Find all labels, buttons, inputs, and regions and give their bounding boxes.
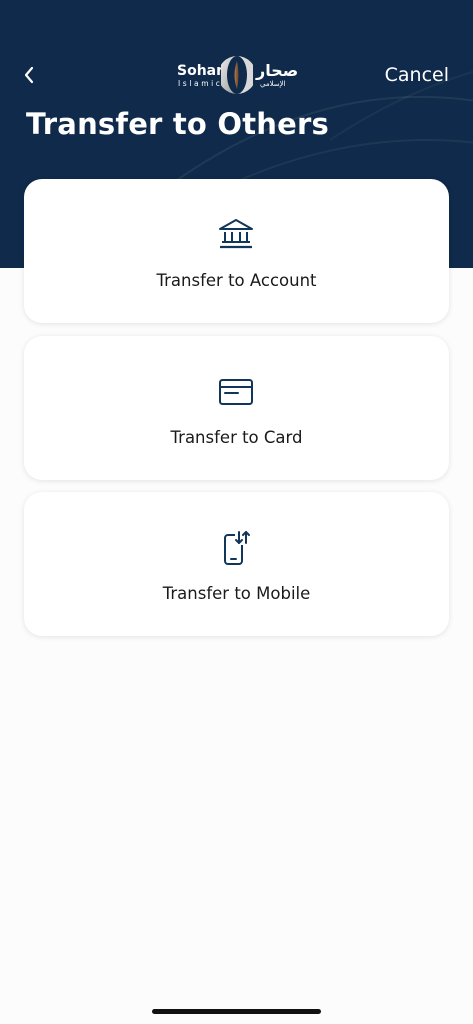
transfer-to-account-option[interactable]: Transfer to Account [24,179,449,323]
logo-mark-icon [221,56,253,94]
home-indicator[interactable] [152,1009,321,1014]
card-icon [219,379,253,405]
transfer-to-card-option[interactable]: Transfer to Card [24,336,449,480]
chevron-left-icon [24,66,34,84]
back-button[interactable] [14,60,44,90]
logo-name-en: Sohar [177,63,224,79]
bank-icon [219,219,253,249]
transfer-to-mobile-option[interactable]: Transfer to Mobile [24,492,449,636]
page-title: Transfer to Others [26,107,329,141]
logo-name-ar: صحار [256,61,299,80]
option-label: Transfer to Account [156,271,317,290]
mobile-transfer-icon [224,531,250,565]
option-label: Transfer to Mobile [162,584,311,603]
sohar-islamic-logo: Sohar Islamic صحار الإسلامي [176,54,298,96]
cancel-button[interactable]: Cancel [385,64,449,86]
logo-sub-ar: الإسلامي [260,80,286,88]
option-label: Transfer to Card [170,428,303,447]
logo-sub-en: Islamic [178,79,223,88]
